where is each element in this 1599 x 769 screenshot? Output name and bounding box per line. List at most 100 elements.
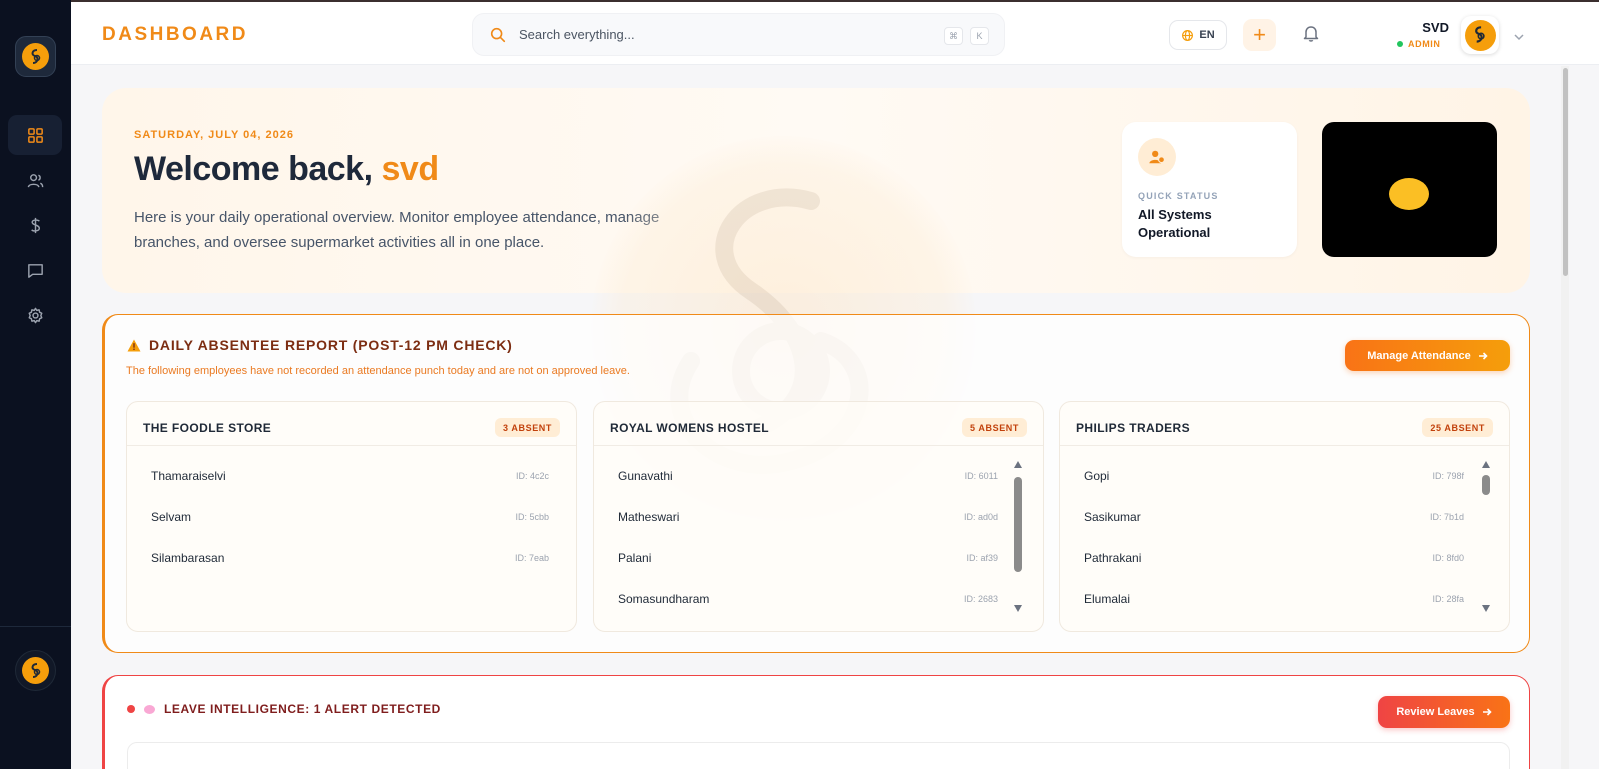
scroll-down-arrow-icon[interactable] [1482, 605, 1490, 612]
avatar[interactable] [1461, 16, 1499, 54]
online-status-dot [1397, 41, 1403, 47]
employee-name: Thamaraiselvi [151, 469, 226, 483]
page-scrollbar-thumb[interactable] [1563, 68, 1568, 276]
sidebar-item-settings[interactable] [8, 295, 62, 335]
media-indicator [1389, 178, 1429, 210]
manage-attendance-button[interactable]: Manage Attendance [1345, 340, 1510, 371]
branch-card: PHILIPS TRADERS 25 ABSENT Gopi ID: 798f … [1059, 401, 1510, 632]
branch-header: THE FOODLE STORE 3 ABSENT [127, 402, 576, 446]
search-icon [490, 27, 506, 42]
list-item[interactable]: Pathrakani ID: 8fd0 [1084, 551, 1464, 569]
employee-id: ID: ad0d [963, 512, 998, 522]
user-role-label: ADMIN [1408, 39, 1441, 49]
list-item[interactable]: Matheswari ID: ad0d [618, 510, 998, 528]
shortcut-key-k: K [970, 27, 989, 45]
absent-count-badge: 5 ABSENT [962, 418, 1027, 437]
sidebar-item-messages[interactable] [8, 250, 62, 290]
welcome-description: Here is your daily operational overview.… [134, 209, 660, 251]
employee-id: ID: 7b1d [1429, 512, 1464, 522]
employee-id: ID: 28fa [1432, 594, 1464, 604]
language-label: EN [1199, 29, 1215, 41]
top-bar: DASHBOARD ⌘ K EN + SVD ADMIN [71, 0, 1599, 65]
list-item[interactable]: Palani ID: af39 [618, 551, 998, 569]
branch-header: PHILIPS TRADERS 25 ABSENT [1060, 402, 1509, 446]
employee-name: Selvam [151, 510, 192, 524]
user-name: SVD [1422, 20, 1449, 35]
review-leaves-button[interactable]: Review Leaves [1378, 696, 1510, 728]
grid-icon [27, 127, 43, 143]
page-title: DASHBOARD [102, 24, 248, 45]
arrow-right-icon [1482, 708, 1492, 716]
user-menu-chevron-icon[interactable] [1513, 29, 1525, 47]
branch-card: THE FOODLE STORE 3 ABSENT Thamaraiselvi … [126, 401, 577, 632]
branch-name: THE FOODLE STORE [143, 421, 272, 435]
search-box[interactable]: ⌘ K [472, 13, 1005, 56]
list-item[interactable]: Silambarasan ID: 7eab [151, 551, 549, 569]
logo-icon [22, 657, 49, 684]
scroll-down-arrow-icon[interactable] [1014, 605, 1022, 612]
bell-icon [1303, 26, 1319, 42]
notifications-button[interactable] [1301, 23, 1321, 48]
employee-id: ID: af39 [966, 553, 998, 563]
arrow-right-icon [1478, 351, 1488, 360]
logo-icon [22, 43, 49, 70]
sidebar-item-finance[interactable] [8, 205, 62, 245]
absent-count-badge: 3 ABSENT [495, 418, 560, 437]
dollar-icon [30, 217, 40, 233]
leave-title-text: LEAVE INTELLIGENCE: 1 ALERT DETECTED [164, 702, 441, 716]
absentee-title-text: DAILY ABSENTEE REPORT (POST-12 PM CHECK) [149, 337, 513, 353]
absentee-subtitle: The following employees have not recorde… [126, 365, 630, 377]
gear-icon [28, 307, 42, 323]
branch-name: PHILIPS TRADERS [1076, 421, 1191, 435]
media-preview[interactable] [1322, 122, 1497, 257]
list-item[interactable]: Somasundharam ID: 2683 [618, 592, 998, 610]
branch-name: ROYAL WOMENS HOSTEL [610, 421, 769, 435]
app-logo[interactable] [15, 36, 56, 77]
shortcut-key-cmd: ⌘ [944, 27, 963, 45]
message-icon [27, 263, 43, 278]
sidebar-divider [0, 626, 71, 627]
employee-id: ID: 798f [1432, 471, 1464, 481]
list-item[interactable]: Gunavathi ID: 6011 [618, 469, 998, 487]
welcome-user: svd [381, 150, 440, 188]
list-scrollbar-thumb[interactable] [1482, 475, 1490, 495]
globe-icon [1182, 29, 1194, 41]
welcome-heading: Welcome back, svd [134, 150, 439, 189]
absentee-report-card: DAILY ABSENTEE REPORT (POST-12 PM CHECK)… [102, 314, 1530, 653]
quick-status-value: All Systems Operational [1138, 207, 1212, 240]
employee-id: ID: 6011 [964, 471, 998, 481]
list-item[interactable]: Selvam ID: 5cbb [151, 510, 549, 528]
employee-name: Pathrakani [1084, 551, 1142, 565]
search-input[interactable] [519, 27, 919, 42]
user-role: ADMIN [1397, 39, 1441, 49]
list-item[interactable]: Gopi ID: 798f [1084, 469, 1464, 487]
leave-title: LEAVE INTELLIGENCE: 1 ALERT DETECTED [127, 702, 441, 716]
manage-attendance-label: Manage Attendance [1367, 349, 1471, 362]
employee-name: Matheswari [618, 510, 680, 524]
quick-status-card: QUICK STATUS All Systems Operational [1122, 122, 1297, 257]
scroll-up-arrow-icon[interactable] [1482, 461, 1490, 468]
sidebar [0, 0, 71, 769]
employee-id: ID: 4c2c [515, 471, 549, 481]
list-item[interactable]: Thamaraiselvi ID: 4c2c [151, 469, 549, 487]
employee-name: Silambarasan [151, 551, 225, 565]
leave-alert-panel [127, 742, 1510, 769]
list-scrollbar-thumb[interactable] [1014, 477, 1022, 572]
list-item[interactable]: Sasikumar ID: 7b1d [1084, 510, 1464, 528]
branch-card: ROYAL WOMENS HOSTEL 5 ABSENT Gunavathi I… [593, 401, 1044, 632]
profile-logo[interactable] [15, 650, 56, 691]
absent-count-badge: 25 ABSENT [1422, 418, 1493, 437]
add-button[interactable]: + [1243, 19, 1276, 51]
alert-dot-icon [127, 705, 135, 713]
employee-name: Elumalai [1084, 592, 1131, 606]
warning-icon [127, 339, 141, 351]
sidebar-item-dashboard[interactable] [8, 115, 62, 155]
list-item[interactable]: Elumalai ID: 28fa [1084, 592, 1464, 610]
sidebar-item-employees[interactable] [8, 160, 62, 200]
current-date: SATURDAY, JULY 04, 2026 [134, 129, 294, 141]
employee-name: Somasundharam [618, 592, 710, 606]
language-button[interactable]: EN [1169, 20, 1227, 50]
scroll-up-arrow-icon[interactable] [1014, 461, 1022, 468]
employee-id: ID: 7eab [514, 553, 549, 563]
employee-id: ID: 5cbb [515, 512, 549, 522]
